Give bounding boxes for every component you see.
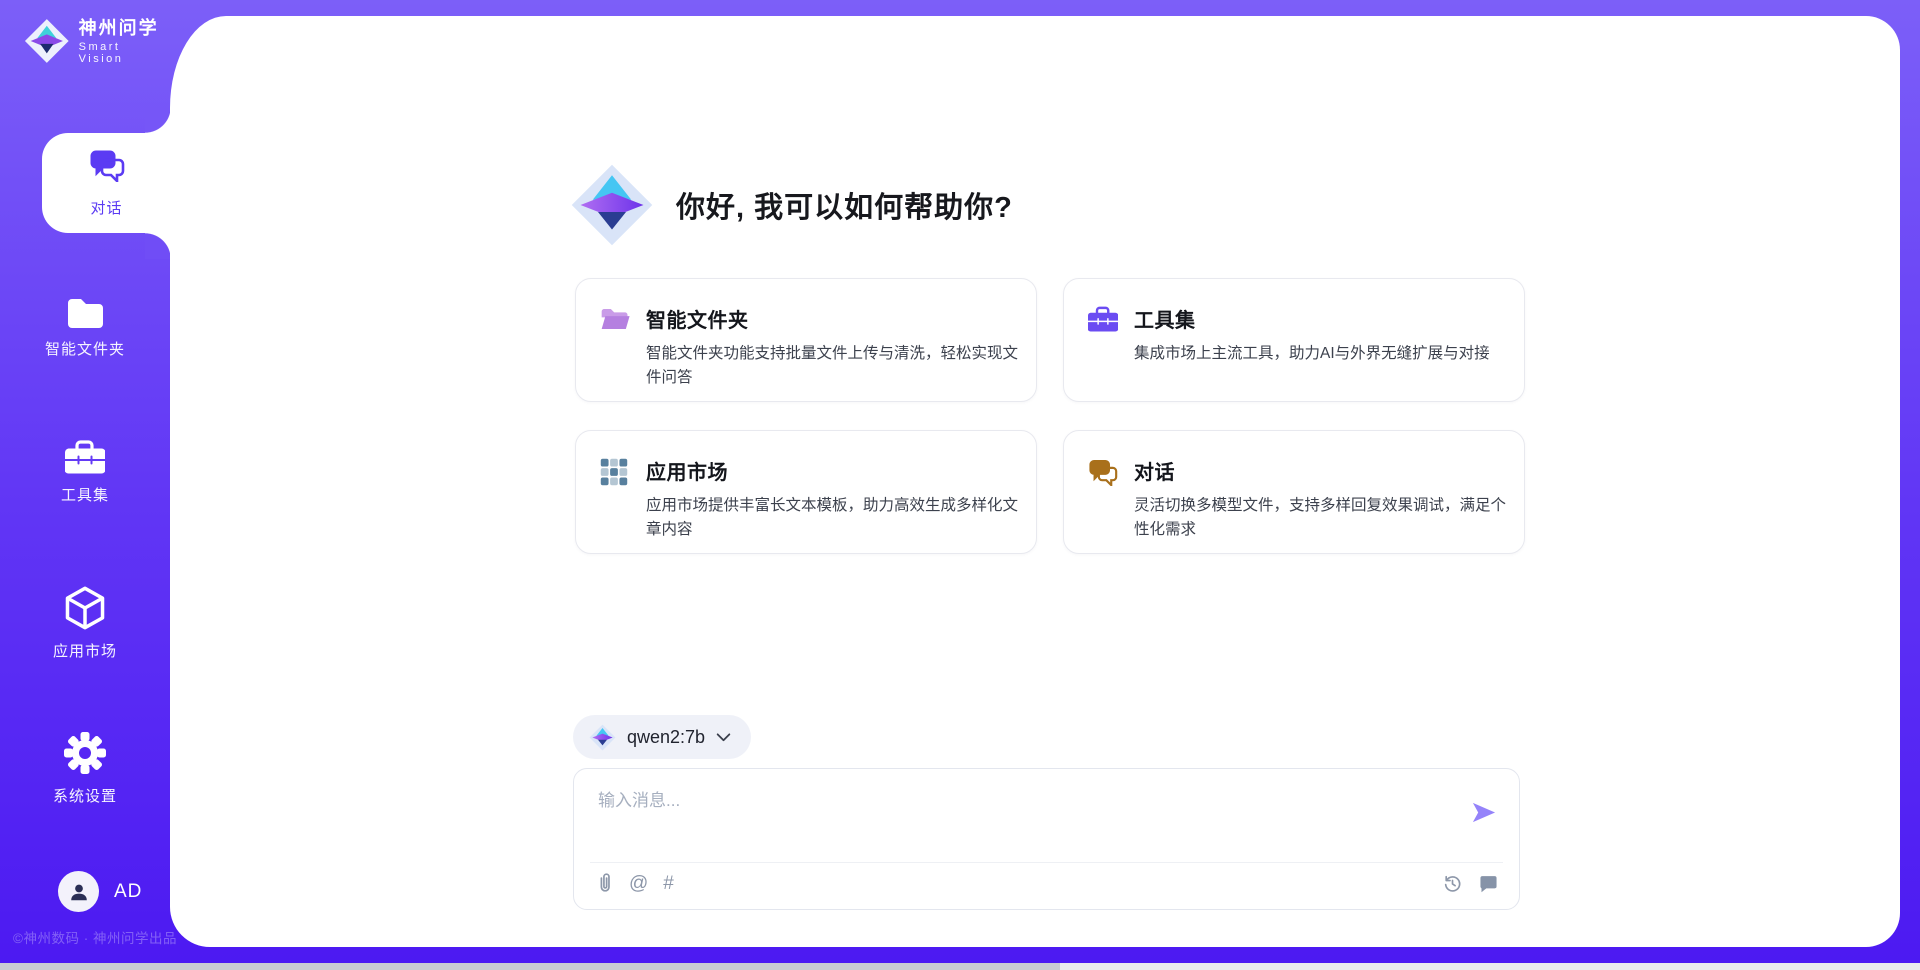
card-title: 应用市场 [646,456,1022,485]
card-description: 智能文件夹功能支持批量文件上传与清洗，轻松实现文件问答 [646,342,1022,390]
greeting: 你好, 我可以如何帮助你? [570,161,1013,249]
sidebar-item-label: 应用市场 [0,640,170,661]
brand-subtitle: Smart Vision [79,41,170,65]
card-toolset[interactable]: 工具集 集成市场上主流工具，助力AI与外界无缝扩展与对接 [1063,278,1525,402]
attachment-button[interactable] [596,872,614,894]
assistant-diamond-icon [570,161,654,249]
history-icon [1442,873,1463,894]
hashtag-icon: # [663,874,674,893]
feedback-bubble-icon [1478,873,1499,894]
chevron-down-icon [716,733,731,742]
mention-button[interactable]: @ [629,874,648,893]
sidebar-item-label: 工具集 [0,484,170,505]
chat-icon [1088,456,1118,553]
copyright-text: ©神州数码 · 神州问学出品 [13,927,183,947]
mention-icon: @ [629,874,648,893]
hashtag-button[interactable]: # [663,874,674,893]
paperclip-icon [596,872,614,894]
sidebar-item-label: 对话 [90,197,122,218]
sidebar: 神州问学 Smart Vision 对话 智能文件夹 工具集 [0,0,170,970]
brand-diamond-icon [24,18,70,64]
sidebar-item-chat[interactable]: 对话 [42,133,171,233]
card-title: 智能文件夹 [646,304,1022,333]
sidebar-item-app-market[interactable]: 应用市场 [0,585,170,661]
cube-icon [63,585,107,631]
model-selector[interactable]: qwen2:7b [573,715,751,759]
brand-name: 神州问学 [79,18,170,39]
model-name: qwen2:7b [627,727,705,748]
brand-logo: 神州问学 Smart Vision [24,18,170,65]
card-title: 对话 [1134,456,1510,485]
open-folder-icon [600,304,630,401]
main-panel: 你好, 我可以如何帮助你? 智能文件夹 智能文件夹功能支持批量文件上传与清洗，轻… [170,16,1900,947]
toolbox-icon [1088,304,1118,401]
sidebar-item-settings[interactable]: 系统设置 [0,730,170,806]
card-smart-folder[interactable]: 智能文件夹 智能文件夹功能支持批量文件上传与清洗，轻松实现文件问答 [575,278,1037,402]
model-diamond-icon [589,724,616,751]
horizontal-scrollbar[interactable] [0,963,1920,970]
sidebar-item-smart-folder[interactable]: 智能文件夹 [0,295,170,359]
folder-icon [64,295,106,329]
send-button[interactable] [1470,799,1497,831]
composer-divider [590,862,1503,863]
message-composer: @ # [573,768,1520,910]
history-button[interactable] [1442,873,1463,894]
gear-icon [62,730,108,776]
sidebar-item-label: 系统设置 [0,785,170,806]
user-name: AD [114,881,142,903]
message-input[interactable] [598,786,1448,842]
card-app-market[interactable]: 应用市场 应用市场提供丰富长文本模板，助力高效生成多样化文章内容 [575,430,1037,554]
send-icon [1470,799,1497,826]
person-icon [68,881,90,903]
card-title: 工具集 [1134,304,1510,333]
sidebar-item-label: 智能文件夹 [0,338,170,359]
grid-icon [600,456,630,553]
card-description: 灵活切换多模型文件，支持多样回复效果调试，满足个性化需求 [1134,494,1510,542]
card-chat[interactable]: 对话 灵活切换多模型文件，支持多样回复效果调试，满足个性化需求 [1063,430,1525,554]
chat-icon [88,148,126,182]
greeting-text: 你好, 我可以如何帮助你? [676,184,1013,226]
user-profile[interactable]: AD [58,871,142,912]
feedback-button[interactable] [1478,873,1499,894]
avatar [58,871,99,912]
toolbox-icon [65,440,105,475]
sidebar-item-toolset[interactable]: 工具集 [0,440,170,505]
card-description: 应用市场提供丰富长文本模板，助力高效生成多样化文章内容 [646,494,1022,542]
scrollbar-thumb[interactable] [0,963,1060,970]
card-description: 集成市场上主流工具，助力AI与外界无缝扩展与对接 [1134,342,1510,366]
